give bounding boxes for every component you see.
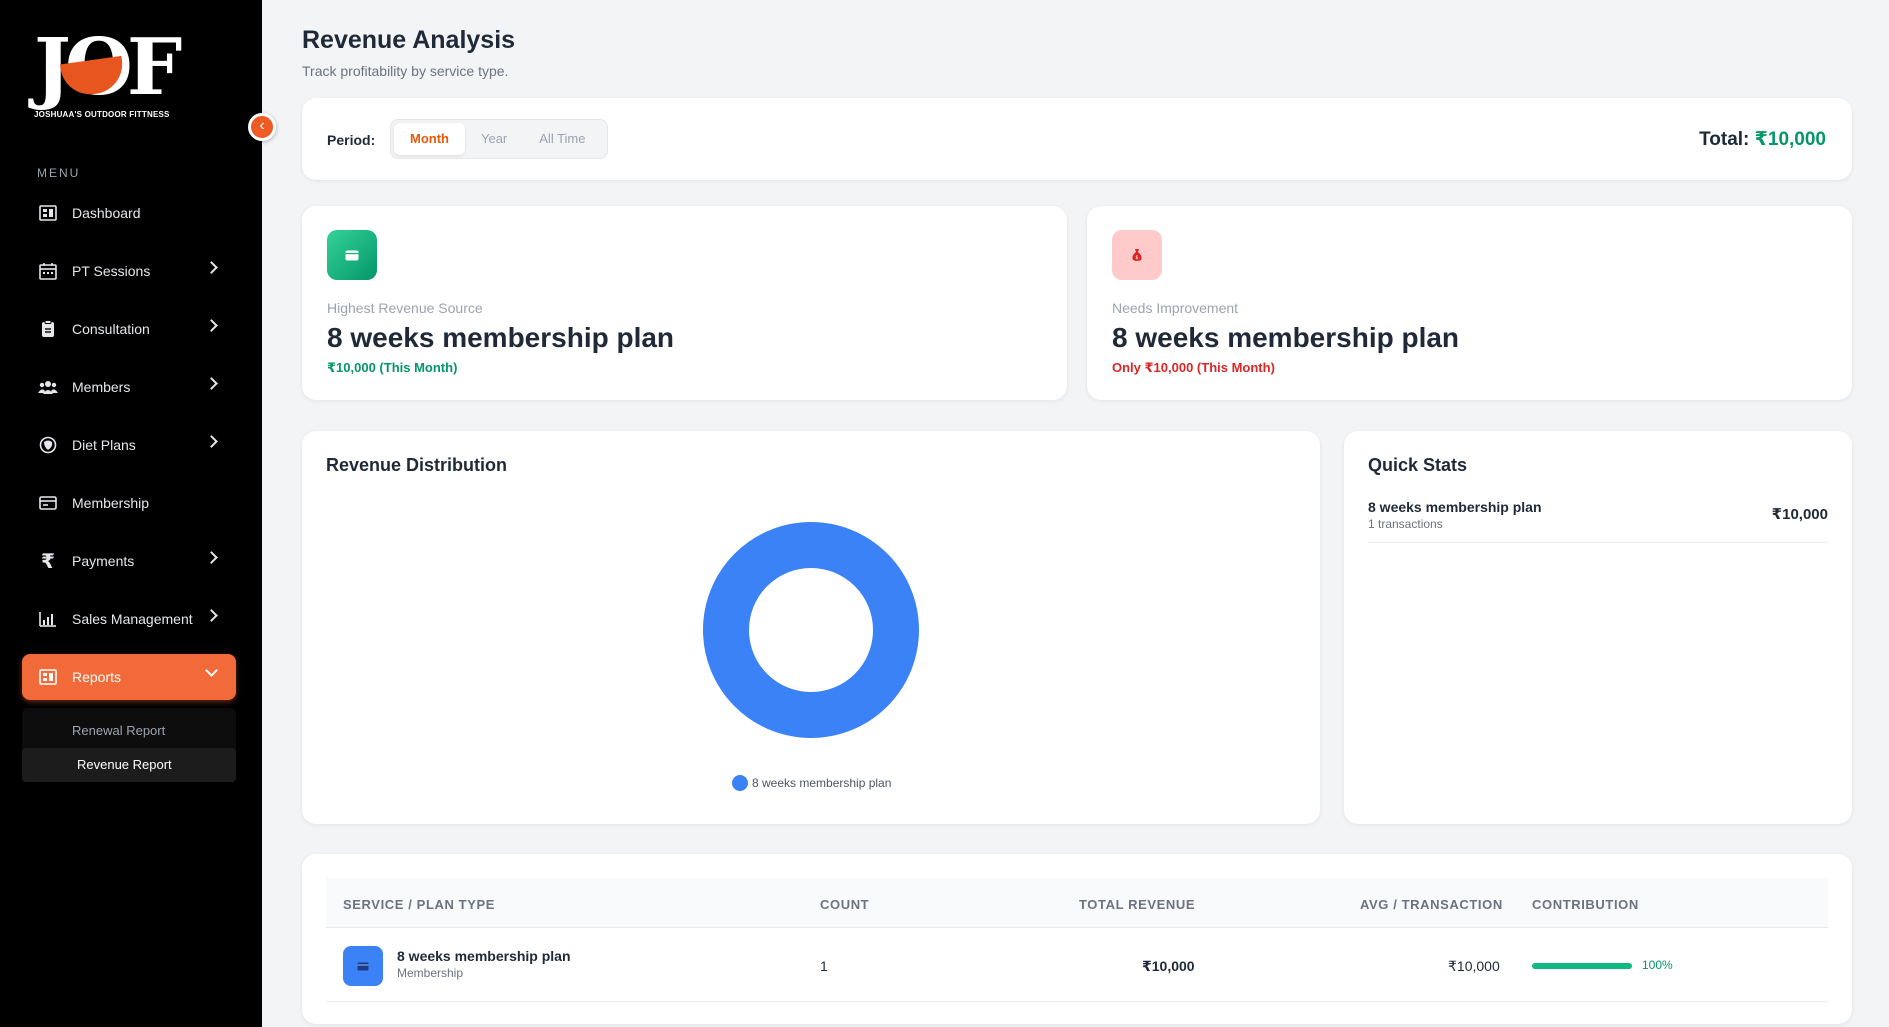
revenue-distribution-card: Revenue Distribution 8 weeks membership … [302,431,1320,824]
highest-revenue-card: Highest Revenue Source 8 weeks membershi… [302,206,1067,400]
table-header: SERVICE / PLAN TYPE COUNT TOTAL REVENUE … [326,878,1828,928]
stat-value: 8 weeks membership plan [1112,322,1460,353]
quick-stat-row: 8 weeks membership plan 1 transactions ₹… [1368,499,1828,543]
sidebar-item-label: Dashboard [72,205,141,221]
table-row[interactable]: 8 weeks membership plan Membership 1 ₹10… [326,928,1828,1002]
quick-stat-sub: 1 transactions [1368,517,1443,531]
sidebar-item-reports[interactable]: Reports [22,654,236,700]
plan-name: 8 weeks membership plan [397,948,571,964]
column-header[interactable]: SERVICE / PLAN TYPE [343,897,495,912]
sidebar-item-pt-sessions[interactable]: PT Sessions [22,248,236,294]
pie-slice[interactable] [703,522,919,738]
sidebar-item-label: Sales Management [72,611,193,627]
sidebar-item-sales-management[interactable]: Sales Management [22,596,236,642]
sidebar: JOF JOSHUAA'S OUTDOOR FITTNESS MENU Dash… [0,0,262,1027]
rupee-icon: ₹ [41,550,55,573]
column-header[interactable]: TOTAL REVENUE [1079,897,1195,912]
report-icon [38,668,58,686]
sidebar-item-label: PT Sessions [72,263,151,279]
clipboard-icon [38,320,58,338]
total-label: Total: [1699,129,1750,150]
sidebar-item-label: Members [72,379,131,395]
column-header[interactable]: CONTRIBUTION [1532,897,1639,912]
reports-submenu: Renewal Report Revenue Report [22,708,236,782]
column-header[interactable]: COUNT [820,897,869,912]
dashboard-icon [38,204,58,222]
collapse-sidebar-button[interactable]: ‹ [248,113,276,141]
card-icon [38,494,58,512]
period-option-month[interactable]: Month [394,123,465,155]
revenue-table-card: SERVICE / PLAN TYPE COUNT TOTAL REVENUE … [302,854,1852,1024]
chevron-left-icon: ‹ [259,117,265,134]
quick-stat-name: 8 weeks membership plan [1368,499,1542,515]
contribution-percent: 100% [1642,958,1673,972]
sidebar-item-consultation[interactable]: Consultation [22,306,236,352]
column-header[interactable]: AVG / TRANSACTION [1360,897,1503,912]
sidebar-item-label: Diet Plans [72,437,136,453]
contribution-bar [1532,963,1632,969]
plan-category: Membership [397,966,464,980]
quick-stat-value: ₹10,000 [1771,506,1828,523]
period-option-all-time[interactable]: All Time [523,123,601,155]
legend-label: 8 weeks membership plan [752,776,892,790]
page-subtitle: Track profitability by service type. [302,63,509,79]
page-title: Revenue Analysis [302,26,516,54]
period-filter-card: Period: Month Year All Time Total: ₹10,0… [302,98,1852,180]
membership-card-icon [343,946,383,986]
total-revenue-cell: ₹10,000 [1142,958,1195,974]
chevron-right-icon [205,319,218,332]
sidebar-item-members[interactable]: Members [22,364,236,410]
sidebar-subitem-revenue-report[interactable]: Revenue Report [22,748,236,782]
sidebar-item-membership[interactable]: Membership [22,480,236,526]
total-value: ₹10,000 [1754,129,1826,150]
chevron-right-icon [205,609,218,622]
period-label: Period: [327,132,376,148]
sidebar-item-dashboard[interactable]: Dashboard [22,190,236,236]
sidebar-item-label: Consultation [72,321,150,337]
count-cell: 1 [820,958,828,974]
revenue-donut-chart [703,522,919,738]
sidebar-item-label: Payments [72,553,135,569]
chevron-right-icon [205,261,218,274]
chevron-down-icon [205,664,218,677]
chart-icon [38,610,58,628]
money-bag-icon: $ [1112,230,1162,280]
wallet-icon [327,230,377,280]
sidebar-item-payments[interactable]: ₹ Payments [22,538,236,584]
sidebar-nav: Dashboard PT Sessions Consultation Membe… [22,190,236,782]
card-title: Revenue Distribution [326,455,508,475]
svg-text:$: $ [1135,255,1138,261]
chevron-right-icon [205,551,218,564]
stat-note: Only ₹10,000 (This Month) [1112,360,1275,375]
needs-improvement-card: $ Needs Improvement 8 weeks membership p… [1087,206,1852,400]
period-option-year[interactable]: Year [465,123,523,155]
card-title: Quick Stats [1368,455,1468,475]
chart-legend[interactable]: 8 weeks membership plan [732,775,891,791]
stat-label: Needs Improvement [1112,300,1239,316]
calendar-icon [38,262,58,280]
brand-logo[interactable]: JOF JOSHUAA'S OUTDOOR FITTNESS [34,26,182,126]
total-revenue: Total: ₹10,000 [1699,128,1826,151]
stat-note: ₹10,000 (This Month) [327,360,458,375]
stat-label: Highest Revenue Source [327,300,483,316]
legend-swatch [732,775,748,791]
quick-stats-card: Quick Stats 8 weeks membership plan 1 tr… [1344,431,1852,824]
chevron-right-icon [205,377,218,390]
period-segmented-control: Month Year All Time [390,119,608,159]
menu-label: MENU [37,166,81,180]
users-icon [38,378,58,396]
chevron-right-icon [205,435,218,448]
contribution-bar-fill [1532,963,1632,969]
sidebar-item-diet-plans[interactable]: Diet Plans [22,422,236,468]
avg-transaction-cell: ₹10,000 [1448,958,1500,974]
sidebar-item-label: Reports [72,669,122,685]
diet-icon [38,436,58,454]
sidebar-subitem-renewal-report[interactable]: Renewal Report [22,714,236,748]
stat-value: 8 weeks membership plan [327,322,675,353]
sidebar-item-label: Membership [72,495,150,511]
